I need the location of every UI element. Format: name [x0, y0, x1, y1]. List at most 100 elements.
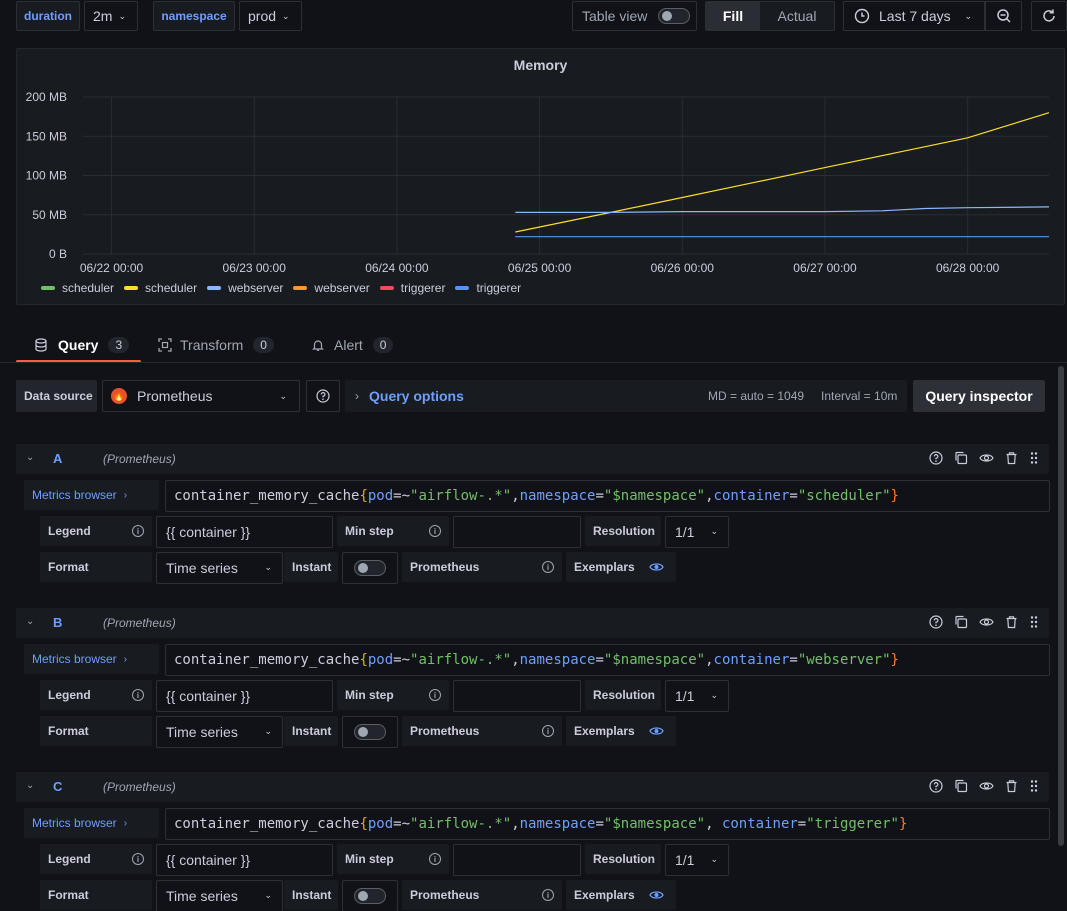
expr-namespace-value: "$namespace": [603, 652, 706, 668]
legend-item[interactable]: webserver: [293, 281, 370, 295]
query-options-toggle[interactable]: › Query options MD = auto = 1049 Interva…: [345, 380, 907, 412]
resolution-select[interactable]: 1/1 ⌄: [665, 680, 729, 712]
variable-select-namespace[interactable]: prod ⌄: [239, 1, 302, 31]
clock-icon: [854, 8, 870, 24]
expr-label-namespace: namespace: [519, 816, 596, 832]
legend-item[interactable]: scheduler: [124, 281, 197, 295]
min-step-input[interactable]: [453, 680, 581, 712]
min-step-input[interactable]: [453, 844, 581, 876]
metrics-browser-button[interactable]: Metrics browser ›: [24, 644, 159, 674]
variable-select-duration[interactable]: 2m ⌄: [84, 1, 138, 31]
tab-transform[interactable]: Transform 0: [158, 327, 274, 362]
info-icon[interactable]: i: [132, 525, 144, 537]
eye-icon[interactable]: [979, 615, 994, 632]
drag-handle-icon[interactable]: [1029, 615, 1039, 632]
legend-input[interactable]: {{ container }}: [156, 844, 333, 876]
query-ref-id[interactable]: A: [53, 451, 62, 466]
format-select[interactable]: Time series ⌄: [156, 552, 283, 584]
chevron-down-icon[interactable]: ⌄: [26, 452, 34, 463]
metrics-browser-button[interactable]: Metrics browser ›: [24, 808, 159, 838]
info-icon[interactable]: i: [132, 689, 144, 701]
eye-icon[interactable]: [979, 451, 994, 468]
copy-icon[interactable]: [954, 451, 968, 468]
question-icon[interactable]: [929, 451, 943, 468]
eye-icon[interactable]: [979, 779, 994, 796]
query-ref-id[interactable]: C: [53, 779, 62, 794]
zoom-out-button[interactable]: [985, 1, 1022, 31]
datasource-help-button[interactable]: [306, 380, 340, 412]
query-expression-input[interactable]: container_memory_cache{pod =~ "airflow-.*"…: [165, 644, 1050, 676]
chevron-down-icon: ⌄: [264, 726, 272, 736]
info-icon[interactable]: i: [542, 561, 554, 573]
query-row-header[interactable]: ⌄ A (Prometheus): [16, 444, 1049, 474]
query-datasource-name: (Prometheus): [103, 452, 176, 466]
trash-icon[interactable]: [1005, 779, 1018, 796]
table-view-switch[interactable]: [658, 8, 690, 24]
chevron-down-icon[interactable]: ⌄: [26, 780, 34, 791]
legend-input[interactable]: {{ container }}: [156, 680, 333, 712]
drag-handle-icon[interactable]: [1029, 779, 1039, 796]
info-icon[interactable]: i: [542, 725, 554, 737]
format-select[interactable]: Time series ⌄: [156, 716, 283, 748]
instant-switch[interactable]: [354, 724, 386, 740]
legend-input[interactable]: {{ container }}: [156, 516, 333, 548]
exemplars-toggle[interactable]: Exemplars: [566, 880, 676, 910]
dashboard-toolbar: duration 2m ⌄ namespace prod ⌄ Table vie…: [0, 0, 1067, 36]
editor-scrollbar[interactable]: [1058, 366, 1064, 846]
instant-switch[interactable]: [354, 560, 386, 576]
expr-container-value: "scheduler": [797, 488, 891, 504]
chevron-right-icon: ›: [123, 817, 128, 829]
exemplars-toggle[interactable]: Exemplars: [566, 552, 676, 582]
info-icon[interactable]: i: [429, 525, 441, 537]
legend-item[interactable]: scheduler: [41, 281, 114, 295]
tab-query[interactable]: Query 3: [34, 327, 130, 362]
datasource-picker[interactable]: 🔥 Prometheus ⌄: [102, 380, 300, 412]
legend-item[interactable]: triggerer: [455, 281, 521, 295]
legend-item[interactable]: webserver: [207, 281, 283, 295]
chevron-down-icon[interactable]: ⌄: [26, 616, 34, 627]
expr-comma: ,: [705, 488, 714, 504]
expr-open-brace: {: [359, 652, 368, 668]
query-row-header[interactable]: ⌄ C (Prometheus): [16, 772, 1049, 802]
trash-icon[interactable]: [1005, 451, 1018, 468]
min-step-input[interactable]: [453, 516, 581, 548]
query-row-header[interactable]: ⌄ B (Prometheus): [16, 608, 1049, 638]
eye-icon[interactable]: [649, 888, 664, 905]
legend-item[interactable]: triggerer: [379, 281, 445, 295]
eye-icon[interactable]: [649, 724, 664, 741]
refresh-button[interactable]: [1031, 1, 1067, 31]
resolution-select[interactable]: 1/1 ⌄: [665, 516, 729, 548]
exemplars-label-text: Exemplars: [574, 560, 635, 574]
question-icon[interactable]: [929, 779, 943, 796]
expr-operator: =~: [393, 652, 411, 668]
query-inspector-button[interactable]: Query inspector: [913, 380, 1045, 412]
metrics-browser-button[interactable]: Metrics browser ›: [24, 480, 159, 510]
query-expression-input[interactable]: container_memory_cache{pod =~ "airflow-.*"…: [165, 480, 1050, 512]
instant-switch[interactable]: [354, 888, 386, 904]
info-icon[interactable]: i: [429, 689, 441, 701]
query-ref-id[interactable]: B: [53, 615, 62, 630]
format-value: Time series: [166, 888, 238, 904]
exemplars-toggle[interactable]: Exemplars: [566, 716, 676, 746]
info-icon[interactable]: i: [429, 853, 441, 865]
time-range-picker[interactable]: Last 7 days ⌄: [843, 1, 985, 31]
trash-icon[interactable]: [1005, 615, 1018, 632]
info-icon[interactable]: i: [132, 853, 144, 865]
info-icon[interactable]: i: [542, 889, 554, 901]
expr-close-brace: }: [898, 816, 908, 832]
tab-alert[interactable]: Alert 0: [311, 327, 394, 362]
question-icon[interactable]: [929, 615, 943, 632]
resolution-select[interactable]: 1/1 ⌄: [665, 844, 729, 876]
query-expression-input[interactable]: container_memory_cache{pod =~ "airflow-.*"…: [165, 808, 1050, 840]
min-step-label-text: Min step: [345, 524, 394, 538]
actual-button[interactable]: Actual: [760, 2, 834, 30]
format-select[interactable]: Time series ⌄: [156, 880, 283, 911]
table-view-toggle[interactable]: Table view: [572, 1, 697, 31]
copy-icon[interactable]: [954, 615, 968, 632]
expr-pod-value: "airflow-.*": [410, 816, 512, 832]
copy-icon[interactable]: [954, 779, 968, 796]
memory-panel[interactable]: Memory 200 MB 150 MB 100 MB 50 MB 0 B 06/22 0…: [16, 48, 1065, 305]
drag-handle-icon[interactable]: [1029, 451, 1039, 468]
fill-button[interactable]: Fill: [706, 2, 760, 30]
eye-icon[interactable]: [649, 560, 664, 577]
